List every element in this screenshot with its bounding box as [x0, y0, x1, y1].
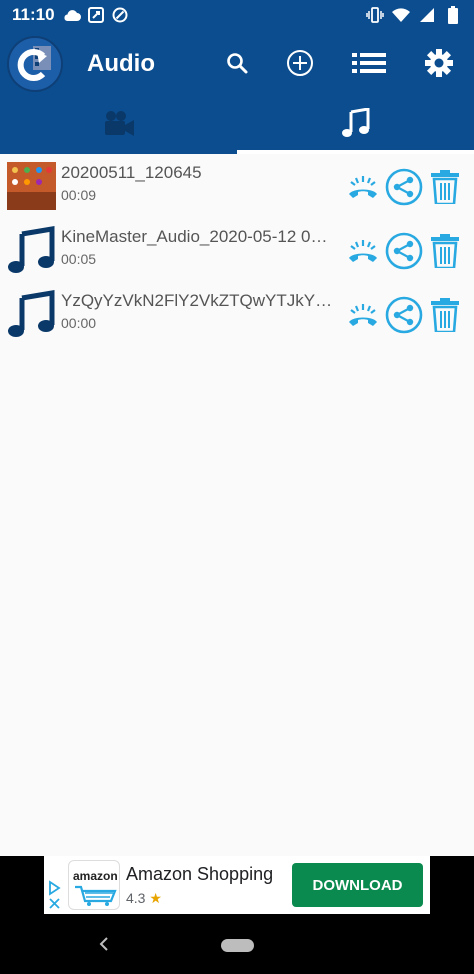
ad-rating: 4.3 ★: [126, 890, 162, 907]
data-saver-icon: [111, 6, 129, 24]
delete-icon[interactable]: [426, 168, 464, 206]
list-icon[interactable]: [352, 46, 386, 80]
home-button[interactable]: [221, 939, 254, 952]
share-icon[interactable]: [385, 296, 423, 334]
signal-icon: [418, 6, 436, 24]
list-item[interactable]: KineMaster_Audio_2020-05-12 0… 00:05: [0, 218, 474, 282]
status-bar: 11:10: [0, 0, 474, 30]
add-circle-icon[interactable]: [283, 46, 317, 80]
ringtone-icon[interactable]: [344, 168, 382, 206]
wifi-icon: [392, 6, 410, 24]
file-duration: 00:00: [61, 315, 97, 331]
file-name: 20200511_120645: [61, 163, 202, 182]
ad-rating-value: 4.3: [126, 890, 146, 906]
share-icon[interactable]: [385, 232, 423, 270]
screenshot-thumbnail: [7, 162, 56, 210]
file-duration: 00:05: [61, 251, 97, 267]
search-icon[interactable]: [220, 46, 254, 80]
music-note-icon: [7, 226, 56, 274]
file-list: 20200511_120645 00:09 KineMaster_Audio_2…: [0, 154, 474, 346]
list-item[interactable]: YzQyYzVkN2FlY2VkZTQwYTJkYT… 00:00: [0, 282, 474, 346]
page-title: Audio: [87, 50, 155, 77]
music-note-icon: [7, 290, 56, 338]
amazon-logo: amazon: [68, 860, 120, 910]
file-name: KineMaster_Audio_2020-05-12 0…: [61, 227, 328, 246]
ad-banner[interactable]: amazon Amazon Shopping 4.3 ★ DOWNLOAD: [44, 856, 430, 914]
cloud-icon: [63, 6, 81, 24]
delete-icon[interactable]: [426, 232, 464, 270]
file-name: YzQyYzVkN2FlY2VkZTQwYTJkYT…: [61, 291, 341, 310]
app-bar: Audio: [0, 30, 474, 96]
tab-video[interactable]: [0, 96, 237, 154]
back-icon[interactable]: [97, 934, 111, 959]
share-icon[interactable]: [385, 168, 423, 206]
tab-bar: [0, 96, 474, 154]
music-note-icon: [341, 106, 370, 143]
star-icon: ★: [149, 890, 162, 906]
vibrate-icon: [366, 6, 384, 24]
settings-icon[interactable]: [422, 46, 456, 80]
ringtone-icon[interactable]: [344, 296, 382, 334]
ad-area: amazon Amazon Shopping 4.3 ★ DOWNLOAD: [0, 856, 474, 916]
screenshot-icon: [87, 6, 105, 24]
delete-icon[interactable]: [426, 296, 464, 334]
list-item[interactable]: 20200511_120645 00:09: [0, 154, 474, 218]
ad-title: Amazon Shopping: [126, 864, 274, 884]
tab-audio[interactable]: [237, 96, 474, 154]
battery-icon: [444, 6, 462, 24]
ad-choices-icon[interactable]: [47, 880, 63, 910]
app-logo: [7, 36, 63, 92]
ringtone-icon[interactable]: [344, 232, 382, 270]
file-duration: 00:09: [61, 187, 97, 203]
status-time: 11:10: [12, 5, 55, 24]
video-camera-icon: [103, 110, 135, 141]
download-button[interactable]: DOWNLOAD: [292, 863, 423, 907]
navigation-bar: [0, 916, 474, 974]
